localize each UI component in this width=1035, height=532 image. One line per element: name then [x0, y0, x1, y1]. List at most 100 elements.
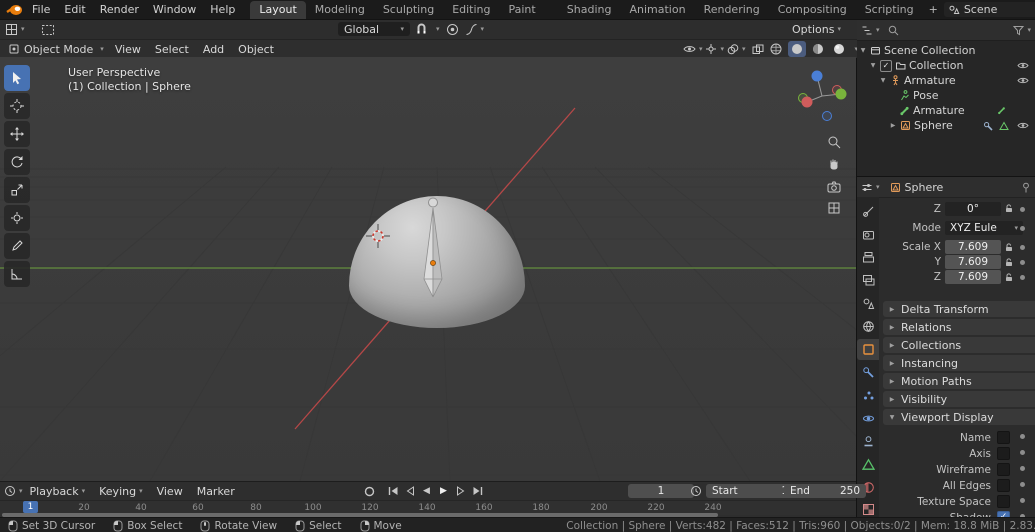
scene-name[interactable]: Scene: [964, 3, 1035, 16]
tab-modeling[interactable]: Modeling: [306, 1, 374, 19]
animate-dot[interactable]: [1020, 226, 1025, 231]
name-checkbox[interactable]: ✓: [997, 431, 1010, 444]
animate-dot[interactable]: [1020, 450, 1025, 455]
transform-orientation-dropdown[interactable]: Global ▾: [338, 22, 410, 36]
menu-object[interactable]: Object: [231, 43, 281, 56]
outliner-row-collection[interactable]: ▼ ✓ Collection: [869, 58, 964, 73]
xray-toggle[interactable]: [752, 44, 764, 55]
current-frame-field[interactable]: 1: [628, 484, 694, 498]
section-collections[interactable]: ▶ Collections: [883, 337, 1035, 353]
tab-shading[interactable]: Shading: [558, 1, 621, 19]
tab-particles[interactable]: [857, 384, 879, 406]
menu-playback[interactable]: Playback ▾: [23, 485, 93, 498]
shading-rendered-button[interactable]: [830, 41, 848, 57]
annotate-tool[interactable]: [4, 233, 30, 259]
shading-material-button[interactable]: [809, 41, 827, 57]
animate-dot[interactable]: [1020, 260, 1025, 265]
menu-edit[interactable]: Edit: [57, 3, 92, 16]
auto-keying-toggle[interactable]: [362, 484, 377, 498]
axis-checkbox[interactable]: ✓: [997, 447, 1010, 460]
expander-icon[interactable]: ▶: [889, 122, 897, 129]
lock-icon[interactable]: [1005, 243, 1013, 252]
ortho-grid-icon[interactable]: [824, 198, 844, 218]
jump-to-end-button[interactable]: [470, 484, 485, 498]
tab-view-layer[interactable]: [857, 270, 879, 292]
expander-icon[interactable]: ▼: [859, 47, 867, 54]
animate-dot[interactable]: [1020, 275, 1025, 280]
editor-type-button-properties[interactable]: ▾: [861, 182, 880, 193]
end-frame-field[interactable]: End 250: [784, 484, 866, 498]
tab-physics[interactable]: [857, 407, 879, 429]
menu-help[interactable]: Help: [203, 3, 242, 16]
section-delta-transform[interactable]: ▶ Delta Transform: [883, 301, 1035, 317]
3d-viewport[interactable]: User Perspective (1) Collection | Sphere: [0, 57, 856, 481]
section-instancing[interactable]: ▶ Instancing: [883, 355, 1035, 371]
section-motion-paths[interactable]: ▶ Motion Paths: [883, 373, 1035, 389]
menu-view[interactable]: View: [108, 43, 148, 56]
snap-magnet-icon[interactable]: [416, 23, 427, 35]
menu-render[interactable]: Render: [93, 3, 146, 16]
navigation-gizmo[interactable]: [792, 65, 852, 125]
measure-tool[interactable]: [4, 261, 30, 287]
pan-hand-icon[interactable]: [824, 154, 844, 174]
menu-marker[interactable]: Marker: [190, 485, 242, 498]
transform-tool[interactable]: [4, 205, 30, 231]
scale-tool[interactable]: [4, 177, 30, 203]
animate-dot[interactable]: [1020, 434, 1025, 439]
cursor-tool[interactable]: [4, 93, 30, 119]
expander-icon[interactable]: ▼: [869, 62, 877, 69]
tab-render[interactable]: [857, 224, 879, 246]
menu-window[interactable]: Window: [146, 3, 203, 16]
play-button[interactable]: ▶: [436, 484, 451, 498]
tab-rendering[interactable]: Rendering: [695, 1, 769, 19]
tab-output[interactable]: [857, 247, 879, 269]
outliner-row-sphere[interactable]: ▶ Sphere: [889, 118, 953, 133]
active-tool-icon[interactable]: [41, 24, 55, 36]
playhead[interactable]: 1: [23, 501, 38, 513]
pin-icon[interactable]: [1021, 182, 1031, 193]
menu-add[interactable]: Add: [196, 43, 231, 56]
add-workspace-button[interactable]: +: [923, 1, 944, 19]
tab-texture[interactable]: [857, 499, 879, 517]
rotation-mode-dropdown[interactable]: XYZ Eule ▾: [945, 221, 1023, 235]
tab-scripting[interactable]: Scripting: [856, 1, 923, 19]
tab-compositing[interactable]: Compositing: [769, 1, 856, 19]
tab-texture-paint[interactable]: Texture Paint: [500, 0, 558, 19]
hide-in-viewport-eye-icon[interactable]: [1017, 61, 1029, 70]
preview-range-clock-icon[interactable]: [688, 484, 704, 498]
lock-icon[interactable]: [1005, 258, 1013, 267]
snap-settings-dropdown[interactable]: ▾: [433, 25, 440, 33]
lock-icon[interactable]: [1005, 204, 1013, 213]
editor-type-button[interactable]: ▾: [5, 23, 25, 36]
scale-z-field[interactable]: 7.609: [945, 270, 1001, 284]
hide-in-viewport-eye-icon[interactable]: [1017, 121, 1029, 130]
object-visibility-dropdown[interactable]: ▾: [683, 44, 702, 54]
scale-x-field[interactable]: 7.609: [945, 240, 1001, 254]
animate-dot[interactable]: [1020, 207, 1025, 212]
shading-wireframe-button[interactable]: [767, 41, 785, 57]
animate-dot[interactable]: [1020, 498, 1025, 503]
play-reverse-button[interactable]: ◀: [419, 484, 434, 498]
outliner-row-pose[interactable]: Pose: [899, 88, 938, 103]
rotation-z-field[interactable]: 0°: [945, 202, 1001, 216]
scale-y-field[interactable]: 7.609: [945, 255, 1001, 269]
texture-space-checkbox[interactable]: ✓: [997, 495, 1010, 508]
rotate-tool[interactable]: [4, 149, 30, 175]
zoom-icon[interactable]: [824, 132, 844, 152]
tab-object[interactable]: [857, 338, 879, 361]
expander-icon[interactable]: ▼: [879, 77, 887, 84]
armature-bone[interactable]: [405, 195, 465, 305]
menu-select[interactable]: Select: [148, 43, 196, 56]
options-dropdown[interactable]: Options ▾: [792, 23, 841, 36]
proportional-falloff-dropdown[interactable]: ▾: [465, 23, 484, 36]
camera-view-icon[interactable]: [824, 176, 844, 196]
select-box-tool[interactable]: [4, 65, 30, 91]
tab-layout[interactable]: Layout: [250, 0, 306, 19]
collection-checkbox[interactable]: ✓: [880, 59, 892, 72]
gizmos-dropdown[interactable]: ▾: [705, 43, 724, 55]
tab-sculpting[interactable]: Sculpting: [374, 1, 443, 19]
animate-dot[interactable]: [1020, 245, 1025, 250]
jump-to-start-button[interactable]: [385, 484, 400, 498]
tab-animation[interactable]: Animation: [620, 1, 694, 19]
overlays-dropdown[interactable]: ▾: [727, 43, 745, 55]
